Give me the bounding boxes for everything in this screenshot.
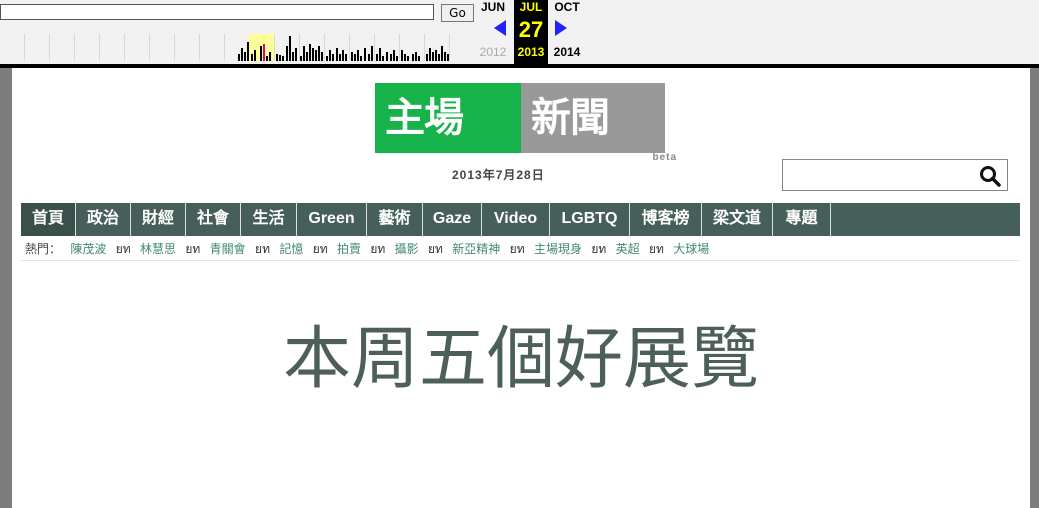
- hot-topics-bar: 熱門： 陳茂波 ยท 林慧思 ยท 青關會 ยท 記憶 ยท 拍賣 ยท 攝影 …: [25, 238, 715, 260]
- hot-topic-separator: ยท: [591, 242, 607, 256]
- hot-topic-link[interactable]: 英超: [616, 242, 640, 256]
- search-input[interactable]: [785, 162, 969, 190]
- hot-topic-link[interactable]: 大球場: [673, 242, 709, 256]
- hot-topic-link[interactable]: 攝影: [395, 242, 419, 256]
- next-month-column[interactable]: OCT 2014: [550, 0, 584, 64]
- search-box: [782, 159, 1008, 191]
- divider: [21, 260, 1020, 261]
- prev-month-column[interactable]: JUN 2012: [476, 0, 510, 64]
- nav-item-video[interactable]: Video: [482, 203, 550, 236]
- capture-sparkline[interactable]: [0, 34, 474, 61]
- nav-item-home[interactable]: 首頁: [21, 203, 76, 236]
- hot-topic-link[interactable]: 記憶: [279, 242, 303, 256]
- nav-item-gaze[interactable]: Gaze: [423, 203, 482, 236]
- hot-topic-separator: ยท: [312, 242, 328, 256]
- wayback-toolbar: Go JUN 2012 JUL 27 2013 OCT 2014: [0, 0, 1039, 68]
- logo-beta-label: beta: [652, 152, 677, 163]
- current-capture-marker: [263, 44, 265, 61]
- main-nav: 首頁 政治 財經 社會 生活 Green 藝術 Gaze Video LGBTQ…: [21, 203, 1020, 236]
- nav-item-finance[interactable]: 財經: [131, 203, 186, 236]
- logo-green-text: 主場: [385, 95, 464, 141]
- next-year-label[interactable]: 2014: [550, 45, 584, 59]
- logo-green-block: 主場: [375, 83, 521, 153]
- hot-topic-link[interactable]: 新亞精神: [452, 242, 500, 256]
- nav-item-green[interactable]: Green: [297, 203, 367, 236]
- hot-topics-label: 熱門：: [25, 242, 62, 256]
- hot-topic-separator: ยท: [370, 242, 386, 256]
- current-month-label: JUL: [519, 0, 543, 14]
- prev-arrow-icon[interactable]: [494, 20, 506, 36]
- nav-item-society[interactable]: 社會: [186, 203, 241, 236]
- nav-item-arts[interactable]: 藝術: [367, 203, 423, 236]
- nav-item-leung-man-tao[interactable]: 梁文道: [702, 203, 773, 236]
- logo-gray-block: 新聞: [521, 83, 665, 153]
- hot-topic-separator: ยท: [509, 242, 525, 256]
- page-content: 主場 新聞 beta 2013年7月28日 首頁 政治 財經 社會 生活 Gre…: [12, 68, 1030, 508]
- nav-item-features[interactable]: 專題: [773, 203, 831, 236]
- hot-topic-separator: ยท: [428, 242, 443, 256]
- search-icon[interactable]: [979, 165, 1001, 187]
- go-button[interactable]: Go: [441, 4, 474, 22]
- nav-item-lgbtq[interactable]: LGBTQ: [550, 203, 630, 236]
- hot-topic-link[interactable]: 主場現身: [534, 242, 582, 256]
- hot-topic-separator: ยท: [185, 242, 201, 256]
- next-arrow-icon[interactable]: [555, 20, 567, 36]
- current-date-column: JUL 27 2013: [514, 0, 548, 64]
- sparkline-graph: [24, 34, 450, 61]
- hot-topic-link[interactable]: 青關會: [210, 242, 246, 256]
- wayback-url-input[interactable]: [0, 4, 434, 20]
- nav-item-blog-ranking[interactable]: 博客榜: [630, 203, 702, 236]
- nav-item-politics[interactable]: 政治: [76, 203, 131, 236]
- hot-topic-separator: ยท: [648, 242, 664, 256]
- current-day-label: 27: [518, 17, 544, 42]
- article-headline: 本周五個好展覽: [282, 320, 759, 399]
- hot-topic-separator: ยท: [255, 242, 270, 256]
- current-year-label: 2013: [517, 45, 545, 59]
- page-date: 2013年7月28日: [452, 168, 545, 182]
- hot-topic-separator: ยท: [115, 242, 131, 256]
- nav-item-life[interactable]: 生活: [241, 203, 297, 236]
- hot-topic-link[interactable]: 林慧思: [140, 242, 176, 256]
- next-month-label[interactable]: OCT: [550, 0, 584, 14]
- prev-year-label[interactable]: 2012: [476, 45, 510, 59]
- hot-topic-link[interactable]: 拍賣: [337, 242, 361, 256]
- hot-topic-link[interactable]: 陳茂波: [70, 242, 106, 256]
- logo-gray-text: 新聞: [531, 95, 610, 141]
- prev-month-label[interactable]: JUN: [476, 0, 510, 14]
- site-logo[interactable]: 主場 新聞 beta: [375, 83, 677, 163]
